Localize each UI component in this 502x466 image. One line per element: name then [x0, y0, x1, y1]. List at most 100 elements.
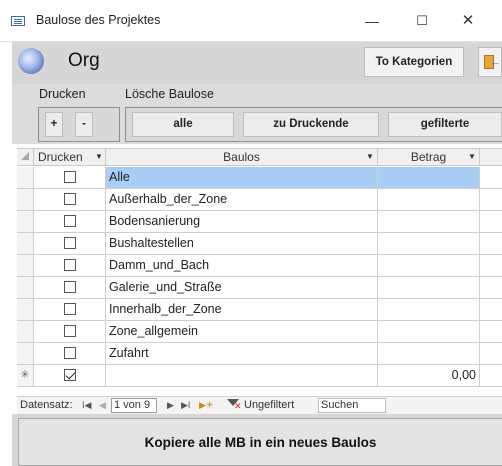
- maximize-button[interactable]: ☐: [404, 8, 440, 34]
- new-record-marker[interactable]: ✳: [17, 365, 34, 387]
- row-filler: [480, 255, 502, 277]
- close-button[interactable]: ✕: [450, 8, 486, 34]
- new-record-icon[interactable]: ▶✳: [199, 397, 213, 414]
- row-selector[interactable]: [17, 277, 34, 299]
- drucken-checkbox[interactable]: [64, 193, 76, 205]
- table-row[interactable]: Außerhalb_der_Zone: [17, 189, 502, 211]
- row-filler: [480, 299, 502, 321]
- betrag-cell[interactable]: 0,00: [378, 365, 480, 387]
- window-title: Baulose des Projektes: [36, 13, 161, 27]
- table-row[interactable]: Damm_und_Bach: [17, 255, 502, 277]
- drucken-checkbox[interactable]: [64, 259, 76, 271]
- drucken-cell: [34, 189, 106, 211]
- next-record-icon[interactable]: ▶: [167, 397, 174, 414]
- page-title: Org: [68, 50, 100, 71]
- drucken-cell: [34, 277, 106, 299]
- drucken-checkbox[interactable]: [64, 369, 76, 381]
- last-record-icon[interactable]: ▶I: [181, 397, 190, 414]
- drucken-checkbox[interactable]: [64, 281, 76, 293]
- filter-off-icon[interactable]: [227, 399, 242, 411]
- row-selector[interactable]: [17, 211, 34, 233]
- betrag-cell[interactable]: [378, 255, 480, 277]
- minimize-button[interactable]: —: [354, 8, 390, 34]
- betrag-cell[interactable]: [378, 343, 480, 365]
- betrag-cell[interactable]: [378, 211, 480, 233]
- column-header-baulos[interactable]: Baulos ▼: [106, 149, 378, 166]
- dropdown-arrow-icon[interactable]: ▼: [366, 149, 374, 165]
- drucken-cell: [34, 233, 106, 255]
- baulos-cell[interactable]: Zone_allgemein: [106, 321, 378, 343]
- drucken-checkbox[interactable]: [64, 237, 76, 249]
- baulos-cell[interactable]: Außerhalb_der_Zone: [106, 189, 378, 211]
- drucken-label: Drucken: [39, 87, 86, 101]
- delete-all-button[interactable]: alle: [132, 112, 234, 137]
- baulos-cell[interactable]: Innerhalb_der_Zone: [106, 299, 378, 321]
- betrag-cell[interactable]: [378, 299, 480, 321]
- baulos-table: Drucken ▼ Baulos ▼ Betrag ▼ Alle Außerhal…: [17, 148, 502, 388]
- filter-toggle[interactable]: Ungefiltert: [244, 397, 294, 414]
- form-icon: [11, 16, 25, 26]
- drucken-cell: [34, 321, 106, 343]
- row-selector[interactable]: [17, 321, 34, 343]
- row-filler: [480, 277, 502, 299]
- table-row[interactable]: Zufahrt: [17, 343, 502, 365]
- dropdown-arrow-icon[interactable]: ▼: [468, 149, 476, 165]
- drucken-cell: [34, 167, 106, 189]
- baulos-cell[interactable]: [106, 365, 378, 387]
- table-row[interactable]: Galerie_und_Straße: [17, 277, 502, 299]
- exit-button[interactable]: ←: [478, 47, 502, 77]
- to-categories-button[interactable]: To Kategorien: [364, 47, 464, 77]
- baulos-cell[interactable]: Bushaltestellen: [106, 233, 378, 255]
- dropdown-arrow-icon[interactable]: ▼: [95, 149, 103, 165]
- select-all-corner[interactable]: [17, 149, 34, 166]
- column-header-betrag[interactable]: Betrag ▼: [378, 149, 480, 166]
- new-record-row[interactable]: ✳ 0,00: [17, 365, 502, 387]
- row-selector[interactable]: [17, 299, 34, 321]
- column-header-drucken[interactable]: Drucken ▼: [34, 149, 106, 166]
- drucken-cell: [34, 365, 106, 387]
- column-header-label: Betrag: [410, 150, 447, 164]
- plus-button[interactable]: +: [45, 112, 63, 137]
- delete-filtered-button[interactable]: gefilterte: [388, 112, 502, 137]
- baulos-cell[interactable]: Damm_und_Bach: [106, 255, 378, 277]
- minus-button[interactable]: -: [75, 112, 93, 137]
- baulos-cell[interactable]: Zufahrt: [106, 343, 378, 365]
- loesche-group: alle zu Druckende gefilterte: [125, 107, 502, 142]
- first-record-icon[interactable]: I◀: [82, 397, 91, 414]
- table-row[interactable]: Zone_allgemein: [17, 321, 502, 343]
- table-row[interactable]: Bushaltestellen: [17, 233, 502, 255]
- drucken-cell: [34, 255, 106, 277]
- loesche-label: Lösche Baulose: [125, 87, 214, 101]
- row-selector[interactable]: [17, 233, 34, 255]
- table-row[interactable]: Innerhalb_der_Zone: [17, 299, 502, 321]
- betrag-cell[interactable]: [378, 167, 480, 189]
- row-selector[interactable]: [17, 167, 34, 189]
- row-selector[interactable]: [17, 189, 34, 211]
- drucken-checkbox[interactable]: [64, 171, 76, 183]
- drucken-cell: [34, 299, 106, 321]
- footer-panel: Kopiere alle MB in ein neues Baulos: [12, 414, 502, 466]
- baulos-cell[interactable]: Galerie_und_Straße: [106, 277, 378, 299]
- table-row[interactable]: Alle: [17, 167, 502, 189]
- baulos-cell[interactable]: Alle: [106, 167, 378, 189]
- search-input[interactable]: Suchen: [318, 398, 386, 413]
- drucken-checkbox[interactable]: [64, 303, 76, 315]
- drucken-checkbox[interactable]: [64, 347, 76, 359]
- form-header: Org To Kategorien ←: [12, 42, 502, 84]
- delete-to-print-button[interactable]: zu Druckende: [243, 112, 379, 137]
- record-position-field[interactable]: 1 von 9: [111, 398, 157, 413]
- row-selector[interactable]: [17, 343, 34, 365]
- drucken-group: + -: [38, 107, 120, 142]
- betrag-cell[interactable]: [378, 189, 480, 211]
- copy-all-button[interactable]: Kopiere alle MB in ein neues Baulos: [18, 418, 502, 466]
- drucken-checkbox[interactable]: [64, 215, 76, 227]
- table-row[interactable]: Bodensanierung: [17, 211, 502, 233]
- betrag-cell[interactable]: [378, 277, 480, 299]
- drucken-checkbox[interactable]: [64, 325, 76, 337]
- betrag-cell[interactable]: [378, 321, 480, 343]
- baulos-cell[interactable]: Bodensanierung: [106, 211, 378, 233]
- betrag-cell[interactable]: [378, 233, 480, 255]
- previous-record-icon[interactable]: ◀: [99, 397, 106, 414]
- row-selector[interactable]: [17, 255, 34, 277]
- drucken-cell: [34, 343, 106, 365]
